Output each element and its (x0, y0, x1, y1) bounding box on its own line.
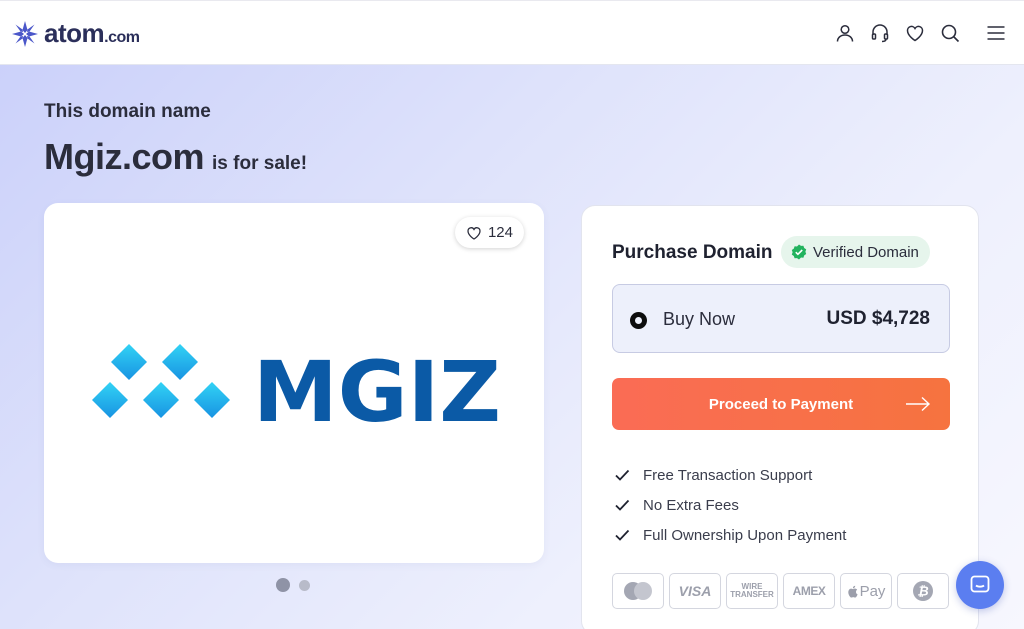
buy-now-price: USD $4,728 (826, 308, 930, 329)
verified-check-icon (791, 244, 807, 260)
logo-wordmark: atom.com (44, 18, 140, 48)
feature-item: Free Transaction Support (614, 460, 846, 490)
mgiz-brand-logo: MGIZ (92, 343, 501, 425)
hero-headline: Mgiz.com is for sale! (44, 136, 307, 178)
diamond-mark (92, 344, 230, 418)
heart-icon (467, 226, 481, 240)
headset-icon[interactable] (868, 21, 892, 45)
verified-label: Verified Domain (813, 243, 919, 261)
check-icon (615, 529, 630, 541)
carousel-dot[interactable] (299, 579, 310, 591)
purchase-title: Purchase Domain (612, 242, 773, 263)
wire-transfer-icon: WIRE TRANSFER (726, 573, 778, 609)
arrow-right-icon (906, 396, 931, 412)
bitcoin-icon: ₿ (897, 573, 949, 609)
likes-count: 124 (487, 224, 513, 241)
buy-now-label: Buy Now (663, 309, 736, 329)
mastercard-icon (612, 573, 664, 609)
svg-text:₿: ₿ (917, 585, 928, 600)
carousel-dot-active[interactable] (276, 578, 290, 592)
proceed-label: Proceed to Payment (708, 395, 854, 413)
atom-star-icon (12, 20, 38, 47)
user-icon[interactable] (833, 21, 857, 45)
amex-icon: AMEX (783, 573, 835, 609)
top-navigation-bar: atom.com (0, 0, 1024, 65)
visa-icon: VISA (669, 573, 721, 609)
purchase-card: Purchase Domain Verified Domain Buy Now … (581, 205, 979, 629)
verified-badge: Verified Domain (781, 236, 930, 268)
payment-methods: VISA WIRE TRANSFER AMEX Pay ₿ (612, 573, 954, 609)
feature-item: No Extra Fees (614, 490, 846, 520)
chat-widget-button[interactable] (956, 561, 1004, 609)
header-actions (822, 21, 1008, 45)
check-icon (615, 469, 630, 481)
like-button[interactable]: 124 (454, 217, 524, 248)
atom-logo[interactable]: atom.com (11, 18, 140, 49)
check-icon (615, 499, 630, 511)
buy-now-radio[interactable] (630, 312, 647, 329)
for-sale-label: is for sale! (212, 153, 308, 174)
carousel-pagination (276, 578, 319, 592)
buy-now-option[interactable]: Buy Now USD $4,728 (612, 284, 950, 353)
feature-item: Full Ownership Upon Payment (614, 520, 846, 550)
heart-icon[interactable] (903, 21, 927, 45)
menu-icon[interactable] (984, 21, 1008, 45)
brand-wordmark: MGIZ (253, 343, 501, 425)
domain-preview-card: 124 MGIZ (44, 203, 544, 563)
domain-name: Mgiz.com (44, 136, 205, 177)
proceed-to-payment-button[interactable]: Proceed to Payment (612, 378, 950, 430)
search-icon[interactable] (938, 21, 962, 45)
chat-icon (970, 575, 990, 593)
feature-list: Free Transaction Support No Extra Fees F… (614, 460, 846, 550)
apple-pay-icon: Pay (840, 573, 892, 609)
hero-eyebrow: This domain name (44, 101, 211, 122)
